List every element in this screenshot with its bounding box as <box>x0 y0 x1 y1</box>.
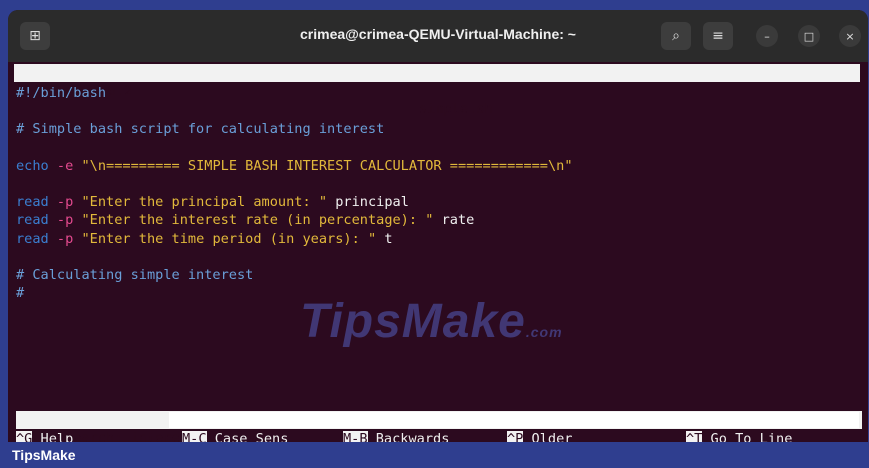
code-keyword: echo <box>16 157 49 174</box>
shortcut-item[interactable]: ^G Help <box>16 430 73 442</box>
code-string: "\n========= SIMPLE BASH INTEREST CALCUL… <box>81 157 573 174</box>
code-line[interactable]: # Calculating simple interest <box>16 266 253 284</box>
shortcut-item[interactable]: M-C Case Sens <box>182 430 288 442</box>
code-keyword: read <box>16 194 49 211</box>
code-line[interactable]: read -p "Enter the principal amount: " p… <box>16 193 409 211</box>
shortcut-item[interactable]: ^T Go To Line <box>686 430 792 442</box>
close-button[interactable]: × <box>839 25 861 47</box>
nano-status-bar: GNU nano 6.2 simple.sh <box>14 64 860 117</box>
footer-brand: TipsMake <box>12 447 76 463</box>
code-line[interactable]: # <box>16 284 24 302</box>
shortcut-label: Older <box>523 431 573 442</box>
code-string: "Enter the principal amount: " <box>81 194 328 211</box>
shortcut-key: ^T <box>686 431 703 442</box>
shortcut-bar: ^G Help M-C Case Sens M-B Backwards ^P Olde… <box>16 430 866 442</box>
maximize-button[interactable]: □ <box>798 25 820 47</box>
code-string: "Enter the interest rate (in percentage)… <box>81 212 434 229</box>
code-comment: #!/bin/bash <box>16 85 107 101</box>
window-title: crimea@crimea-QEMU-Virtual-Machine: ~ <box>300 26 576 42</box>
shortcut-key: M-B <box>343 431 368 442</box>
code-variable: rate <box>433 212 475 229</box>
code-variable: t <box>376 230 393 247</box>
search-icon: ⌕ <box>672 28 680 44</box>
shortcut-key: ^P <box>507 431 524 442</box>
shortcut-key: M-C <box>182 431 207 442</box>
code-line[interactable] <box>16 175 24 193</box>
watermark: TipsMake.com <box>300 295 563 348</box>
minimize-icon: – <box>764 29 770 43</box>
terminal-window: ⊞ crimea@crimea-QEMU-Virtual-Machine: ~ … <box>8 10 868 442</box>
terminal-content[interactable]: GNU nano 6.2 simple.sh #!/bin/bash # Sim… <box>12 62 864 442</box>
code-comment: # Calculating simple interest <box>16 267 254 283</box>
shortcut-item[interactable]: ^P Older <box>507 430 572 442</box>
code-line[interactable] <box>16 139 24 157</box>
shortcut-item[interactable]: M-B Backwards <box>343 430 449 442</box>
shortcut-label: Backwards <box>367 431 450 442</box>
hamburger-menu-icon: ≡ <box>712 28 724 44</box>
search-prompt[interactable]: Search: interest <box>16 411 862 442</box>
code-option: -p <box>48 212 82 229</box>
code-line[interactable] <box>16 248 24 266</box>
code-keyword: read <box>16 212 49 229</box>
code-comment: # Simple bash script for calculating int… <box>16 121 385 138</box>
code-keyword: read <box>16 230 49 247</box>
code-option: -p <box>48 194 82 211</box>
code-variable: principal <box>327 194 409 211</box>
search-input[interactable] <box>169 412 859 428</box>
code-line[interactable]: read -p "Enter the time period (in years… <box>16 230 393 248</box>
code-option: -e <box>48 157 82 174</box>
code-line[interactable] <box>16 102 24 120</box>
code-string: "Enter the time period (in years): " <box>81 230 377 247</box>
maximize-icon: □ <box>803 29 815 43</box>
menu-button[interactable]: ≡ <box>703 22 733 50</box>
title-bar: ⊞ crimea@crimea-QEMU-Virtual-Machine: ~ … <box>8 10 868 62</box>
search-button[interactable]: ⌕ <box>661 22 691 50</box>
code-line[interactable]: read -p "Enter the interest rate (in per… <box>16 211 474 229</box>
shortcut-label: Go To Line <box>702 431 793 442</box>
minimize-button[interactable]: – <box>756 25 778 47</box>
footer-bar: TipsMake <box>0 442 869 468</box>
shortcut-label: Case Sens <box>206 431 289 442</box>
shortcut-label: Help <box>32 431 74 442</box>
code-option: -p <box>48 230 82 247</box>
code-comment: # <box>16 285 25 302</box>
shortcut-key: ^G <box>16 431 33 442</box>
code-line[interactable]: # Simple bash script for calculating int… <box>16 120 384 138</box>
close-icon: × <box>845 29 855 43</box>
code-line[interactable]: echo -e "\n========= SIMPLE BASH INTERES… <box>16 157 573 175</box>
code-line[interactable]: #!/bin/bash <box>16 84 106 102</box>
nano-filename: simple.sh <box>419 101 493 117</box>
